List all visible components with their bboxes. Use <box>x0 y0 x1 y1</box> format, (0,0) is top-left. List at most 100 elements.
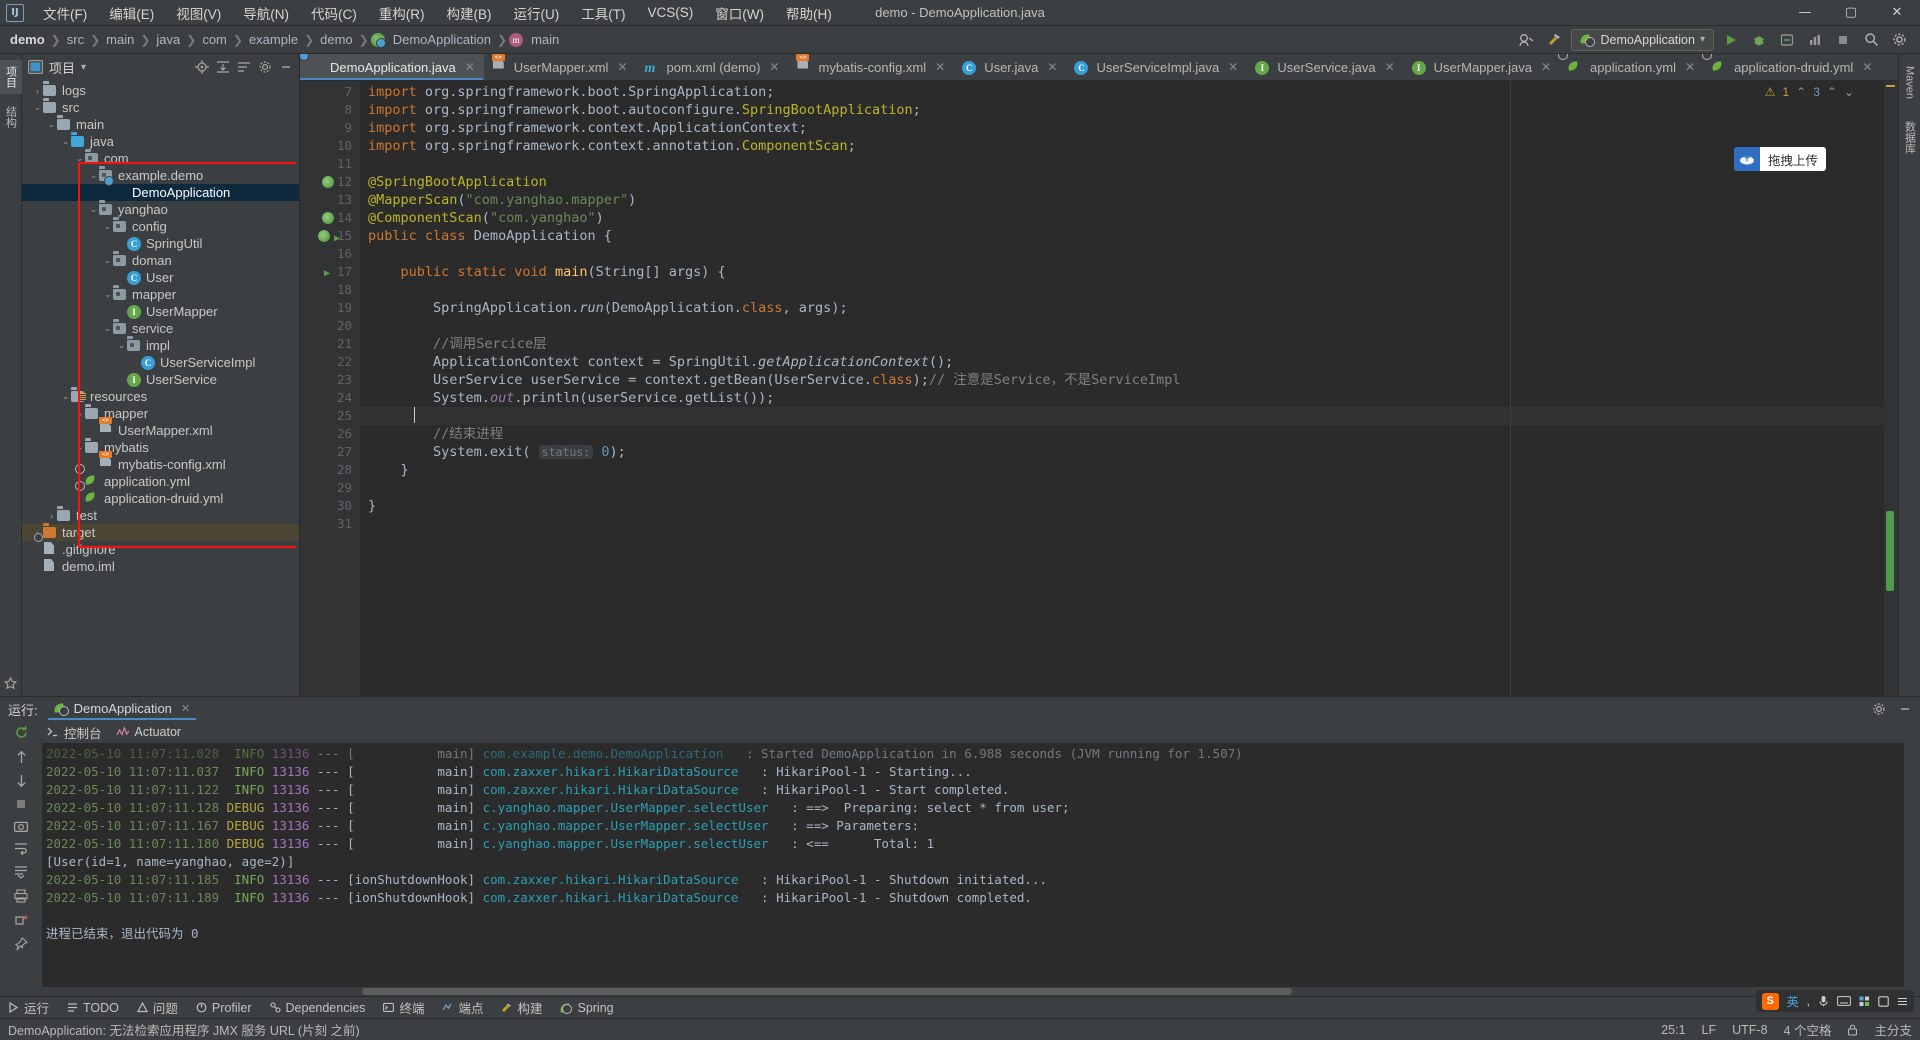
tree-node-mapper[interactable]: ⌄ mapper <box>22 286 299 303</box>
tree-node-src[interactable]: ⌄ src <box>22 99 299 116</box>
code-line-8[interactable]: import org.springframework.boot.autoconf… <box>360 101 1884 119</box>
drag-upload-button[interactable]: 拖拽上传 <box>1733 147 1826 171</box>
rail-tab-project[interactable]: 项目 <box>0 60 22 94</box>
chevron-down-icon[interactable]: ⌄ <box>32 102 43 113</box>
keyboard-icon[interactable] <box>1837 996 1851 1006</box>
close-icon[interactable]: ✕ <box>1862 60 1872 74</box>
breadcrumb-example[interactable]: example <box>245 31 302 48</box>
rerun-icon[interactable] <box>14 725 29 740</box>
pin-icon[interactable] <box>14 937 28 951</box>
editor-tab-mybatis-config.xml[interactable]: mybatis-config.xml ✕ <box>788 54 954 80</box>
comma-icon[interactable]: , <box>1807 994 1810 1008</box>
spring-bean-gutter-icon[interactable] <box>322 212 334 224</box>
tree-node-springutil[interactable]: C SpringUtil <box>22 235 299 252</box>
tree-node-target[interactable]: › target <box>22 524 299 541</box>
tree-node-java[interactable]: ⌄ java <box>22 133 299 150</box>
inspection-widget[interactable]: ⚠ 1 ⌃ 3 ⌃ ⌄ <box>1765 85 1854 99</box>
chevron-right-icon[interactable]: › <box>32 86 43 96</box>
code-line-18[interactable] <box>360 281 1884 299</box>
tree-node-usermapper.xml[interactable]: UserMapper.xml <box>22 422 299 439</box>
tree-node-main[interactable]: ⌄ main <box>22 116 299 133</box>
gutter-line-25[interactable]: 25 <box>300 407 360 425</box>
toolbar-build[interactable]: 构建 <box>501 998 542 1017</box>
chevron-down-icon[interactable]: ⌄ <box>74 442 85 453</box>
tree-node-demo.iml[interactable]: demo.iml <box>22 558 299 575</box>
toolbar-run[interactable]: 运行 <box>8 998 49 1017</box>
print-icon[interactable] <box>14 889 28 903</box>
chevron-right-icon[interactable]: › <box>46 511 57 521</box>
gutter-line-14[interactable]: 14 <box>300 209 360 227</box>
run-configuration-selector[interactable]: DemoApplication ▾ <box>1571 28 1714 51</box>
tab-console[interactable]: 控制台 <box>46 723 102 742</box>
chevron-down-icon[interactable]: ⌄ <box>74 153 85 164</box>
gutter-line-20[interactable]: 20 <box>300 317 360 335</box>
project-dropdown-caret[interactable]: ▾ <box>81 62 86 73</box>
editor-tab-userservice.java[interactable]: I UserService.java ✕ <box>1247 54 1403 80</box>
tree-node-demoapplication[interactable]: DemoApplication <box>22 184 299 201</box>
tree-node-resources[interactable]: ⌄ resources <box>22 388 299 405</box>
chevron-down-icon[interactable]: ⌄ <box>60 136 71 147</box>
spring-run-gutter-icon[interactable] <box>318 230 330 242</box>
close-icon[interactable]: ✕ <box>465 60 475 74</box>
breadcrumb-java[interactable]: java <box>152 31 184 48</box>
breadcrumb-com[interactable]: com <box>198 31 231 48</box>
gear-icon[interactable] <box>1872 702 1886 716</box>
gutter-line-23[interactable]: 23 <box>300 371 360 389</box>
camera-icon[interactable] <box>14 820 28 832</box>
tree-node-mybatis[interactable]: ⌄ mybatis <box>22 439 299 456</box>
menu-tools[interactable]: 工具(T) <box>570 0 636 27</box>
close-icon[interactable]: ✕ <box>1047 60 1057 74</box>
toolbar-profiler[interactable]: Profiler <box>196 1001 252 1015</box>
scroll-to-end-icon[interactable] <box>14 865 28 879</box>
sogou-logo-icon[interactable]: S <box>1761 992 1779 1010</box>
code-line-20[interactable] <box>360 317 1884 335</box>
toolbar-endpoints[interactable]: 端点 <box>442 998 483 1017</box>
close-icon[interactable]: ✕ <box>769 60 779 74</box>
rail-tab-maven[interactable]: Maven <box>1901 60 1919 105</box>
tree-node-service[interactable]: ⌄ service <box>22 320 299 337</box>
code-line-29[interactable] <box>360 479 1884 497</box>
code-line-7[interactable]: import org.springframework.boot.SpringAp… <box>360 83 1884 101</box>
menu-edit[interactable]: 编辑(E) <box>98 0 165 27</box>
tree-node-userserviceimpl[interactable]: C UserServiceImpl <box>22 354 299 371</box>
editor-tab-demoapplication.java[interactable]: DemoApplication.java ✕ <box>300 54 484 80</box>
editor-tab-user.java[interactable]: C User.java ✕ <box>954 54 1066 80</box>
rail-tab-database[interactable]: 数据库 <box>1899 115 1920 160</box>
run-config-tab[interactable]: DemoApplication ✕ <box>47 699 197 720</box>
run-with-coverage-button[interactable] <box>1776 29 1798 51</box>
close-icon[interactable]: ✕ <box>617 60 627 74</box>
tree-node-.gitignore[interactable]: .gitignore <box>22 541 299 558</box>
code-line-28[interactable]: }⊟ <box>360 461 1884 479</box>
lock-icon[interactable] <box>1847 1024 1858 1036</box>
grid-icon[interactable] <box>1859 996 1870 1007</box>
git-branch[interactable]: 主分支 <box>1874 1020 1912 1039</box>
mic-icon[interactable] <box>1818 995 1829 1007</box>
tree-node-yanghao[interactable]: ⌄ yanghao <box>22 201 299 218</box>
editor-tab-bar[interactable]: DemoApplication.java ✕ UserMapper.xml ✕ m pom… <box>300 54 1898 81</box>
toolbar-todo[interactable]: TODO <box>67 1001 119 1015</box>
gutter-line-27[interactable]: 27 <box>300 443 360 461</box>
indent-setting[interactable]: 4 个空格 <box>1784 1020 1832 1039</box>
box-icon[interactable] <box>1878 995 1889 1007</box>
next-problem-icon[interactable]: ⌄ <box>1844 85 1854 99</box>
code-line-23[interactable]: UserService userService = context.getBea… <box>360 371 1884 389</box>
search-icon[interactable] <box>1860 29 1882 51</box>
gear-icon[interactable] <box>1888 29 1910 51</box>
menu-run[interactable]: 运行(U) <box>503 0 571 27</box>
gutter-line-26[interactable]: 26 <box>300 425 360 443</box>
editor-tab-usermapper.xml[interactable]: UserMapper.xml ✕ <box>484 54 637 80</box>
gutter-line-24[interactable]: 24 <box>300 389 360 407</box>
close-button[interactable]: ✕ <box>1874 0 1920 26</box>
file-encoding[interactable]: UTF-8 <box>1732 1023 1767 1037</box>
code-line-25[interactable] <box>360 407 1884 425</box>
menu-code[interactable]: 代码(C) <box>300 0 368 27</box>
tree-node-com[interactable]: ⌄ com <box>22 150 299 167</box>
gutter-line-13[interactable]: 13 <box>300 191 360 209</box>
code-line-9[interactable]: import org.springframework.context.Appli… <box>360 119 1884 137</box>
menu-help[interactable]: 帮助(H) <box>775 0 843 27</box>
gutter-line-28[interactable]: 28 <box>300 461 360 479</box>
close-icon[interactable]: ✕ <box>1385 60 1395 74</box>
menu-window[interactable]: 窗口(W) <box>704 0 775 27</box>
breadcrumb-demo-pkg[interactable]: demo <box>316 31 357 48</box>
code-line-22[interactable]: ApplicationContext context = SpringUtil.… <box>360 353 1884 371</box>
